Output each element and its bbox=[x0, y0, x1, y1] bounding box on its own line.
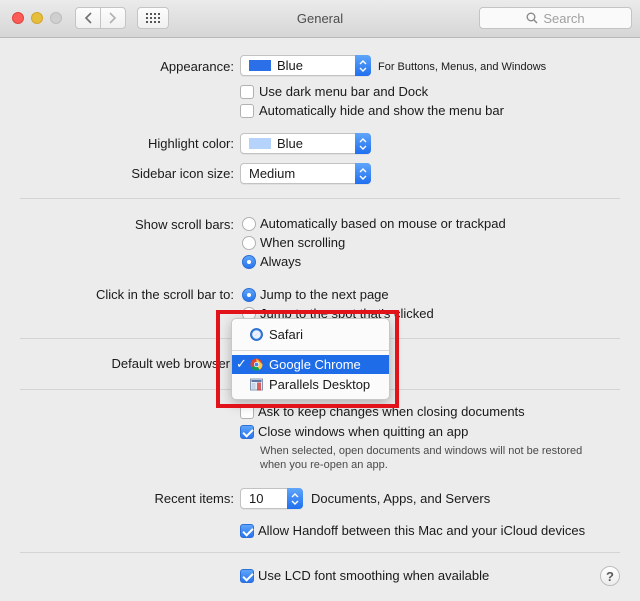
highlight-value: Blue bbox=[277, 136, 304, 151]
autohide-menu-label: Automatically hide and show the menu bar bbox=[259, 103, 504, 118]
search-icon bbox=[526, 12, 538, 24]
lcd-smoothing-checkbox[interactable] bbox=[240, 569, 254, 583]
recent-items-value: 10 bbox=[249, 491, 264, 506]
scroll-when-scrolling-radio[interactable] bbox=[242, 236, 256, 250]
section-divider bbox=[20, 198, 620, 199]
select-arrows-icon bbox=[355, 133, 371, 154]
handoff-label: Allow Handoff between this Mac and your … bbox=[258, 523, 586, 538]
jump-next-page-label: Jump to the next page bbox=[260, 287, 389, 302]
handoff-checkbox[interactable] bbox=[240, 524, 254, 538]
jump-next-page-radio[interactable] bbox=[242, 288, 256, 302]
default-browser-label: Default web browser bbox=[111, 356, 231, 371]
search-placeholder: Search bbox=[543, 10, 585, 26]
sidebar-icon-size-label: Sidebar icon size: bbox=[131, 166, 234, 181]
autohide-menu-checkbox[interactable] bbox=[240, 104, 254, 118]
help-button[interactable]: ? bbox=[600, 566, 620, 586]
scroll-auto-label: Automatically based on mouse or trackpad bbox=[260, 216, 506, 231]
close-windows-label: Close windows when quitting an app bbox=[258, 424, 469, 439]
appearance-value: Blue bbox=[277, 58, 304, 73]
scroll-always-label: Always bbox=[260, 254, 302, 269]
help-label: ? bbox=[606, 568, 614, 584]
select-arrows-icon bbox=[287, 488, 303, 509]
highlight-swatch bbox=[249, 138, 271, 149]
scroll-bars-label: Show scroll bars: bbox=[135, 217, 234, 232]
scroll-auto-radio[interactable] bbox=[242, 217, 256, 231]
window-toolbar: General Search bbox=[0, 0, 640, 38]
scroll-always-radio[interactable] bbox=[242, 255, 256, 269]
close-windows-note-line1: When selected, open documents and window… bbox=[260, 445, 583, 457]
section-divider bbox=[20, 552, 620, 553]
appearance-swatch bbox=[249, 60, 271, 71]
click-scroll-label: Click in the scroll bar to: bbox=[96, 287, 234, 302]
highlight-annotation-box bbox=[216, 310, 399, 408]
highlight-select[interactable]: Blue bbox=[240, 133, 371, 154]
appearance-note: For Buttons, Menus, and Windows bbox=[378, 61, 547, 73]
dark-menu-label: Use dark menu bar and Dock bbox=[259, 84, 429, 99]
highlight-label: Highlight color: bbox=[148, 136, 234, 151]
search-field[interactable]: Search bbox=[479, 7, 632, 29]
close-windows-checkbox[interactable] bbox=[240, 425, 254, 439]
appearance-label: Appearance: bbox=[160, 59, 234, 74]
recent-items-label: Recent items: bbox=[154, 491, 234, 506]
select-arrows-icon bbox=[355, 163, 371, 184]
scroll-when-scrolling-label: When scrolling bbox=[260, 235, 346, 250]
lcd-smoothing-label: Use LCD font smoothing when available bbox=[258, 568, 490, 583]
sidebar-icon-size-select[interactable]: Medium bbox=[240, 163, 371, 184]
dark-menu-checkbox[interactable] bbox=[240, 85, 254, 99]
appearance-select[interactable]: Blue bbox=[240, 55, 371, 76]
recent-items-select[interactable]: 10 bbox=[240, 488, 303, 509]
recent-items-note: Documents, Apps, and Servers bbox=[311, 491, 491, 506]
select-arrows-icon bbox=[355, 55, 371, 76]
close-windows-note-line2: when you re-open an app. bbox=[260, 459, 388, 471]
sidebar-icon-size-value: Medium bbox=[249, 166, 296, 181]
